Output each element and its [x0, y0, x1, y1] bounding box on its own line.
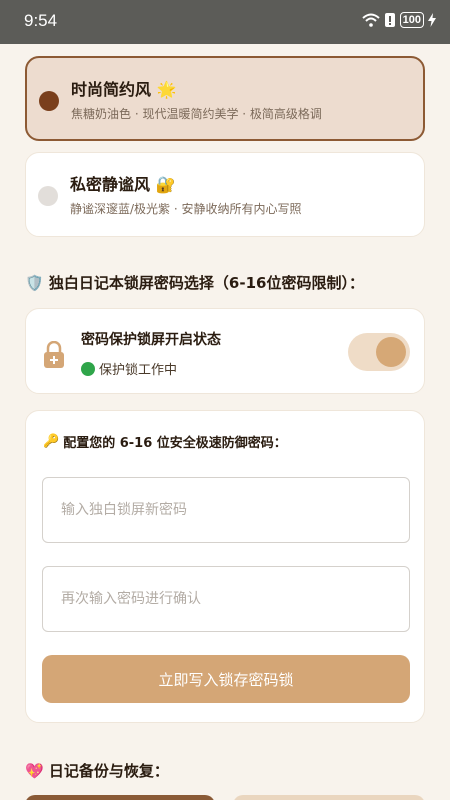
- backup-section-title: 💖 日记备份与恢复：: [25, 762, 169, 780]
- password-prompt: 配置您的 6-16 位安全极速防御密码：: [63, 436, 287, 451]
- theme-desc: 静谧深邃蓝/极光紫 · 安静收纳所有内心写照: [70, 202, 302, 216]
- alert-icon: [384, 13, 395, 27]
- green-dot-icon: [81, 361, 95, 376]
- status-bar: 9:54 100: [0, 0, 450, 44]
- password-card: 🔑 配置您的 6-16 位安全极速防御密码： 立即写入锁存密码锁: [25, 410, 425, 723]
- padlock-icon: [44, 341, 64, 368]
- status-time: 9:54: [24, 11, 58, 30]
- battery-icon: 100: [399, 12, 424, 28]
- lock-status-card: 密码保护锁屏开启状态 保护锁工作中: [25, 308, 425, 394]
- theme-card-fashion[interactable]: 时尚简约风 🌟 焦糖奶油色 · 现代温暖简约美学 · 极简高级格调: [25, 56, 425, 141]
- lock-section-title: 🛡️ 独白日记本锁屏密码选择（6-16位密码限制）：: [25, 274, 364, 292]
- key-icon: 🔑: [43, 434, 60, 449]
- wifi-icon: [361, 13, 380, 27]
- restore-button[interactable]: [233, 795, 425, 800]
- toggle-knob[interactable]: [376, 337, 406, 367]
- lock-status-text: 保护锁工作中: [99, 363, 178, 378]
- status-icons: 100: [361, 12, 436, 28]
- shield-icon: 🛡️: [25, 274, 44, 292]
- lock-toggle[interactable]: [348, 333, 410, 371]
- backup-button[interactable]: [25, 795, 215, 800]
- save-password-button[interactable]: 立即写入锁存密码锁: [42, 655, 410, 703]
- theme-title: 时尚简约风: [71, 80, 152, 99]
- star-icon: 🌟: [156, 80, 177, 99]
- charging-icon: [428, 13, 436, 27]
- lock-key-icon: 🔐: [155, 175, 176, 194]
- radio-selected-icon[interactable]: [39, 91, 59, 111]
- confirm-password-input[interactable]: [42, 566, 410, 632]
- theme-title: 私密静谧风: [70, 175, 151, 194]
- theme-card-private[interactable]: 私密静谧风 🔐 静谧深邃蓝/极光紫 · 安静收纳所有内心写照: [25, 152, 425, 237]
- radio-unselected-icon[interactable]: [38, 186, 58, 206]
- theme-desc: 焦糖奶油色 · 现代温暖简约美学 · 极简高级格调: [71, 107, 322, 121]
- heart-icon: 💖: [25, 762, 44, 780]
- new-password-input[interactable]: [42, 477, 410, 543]
- lock-status-title: 密码保护锁屏开启状态: [81, 332, 221, 348]
